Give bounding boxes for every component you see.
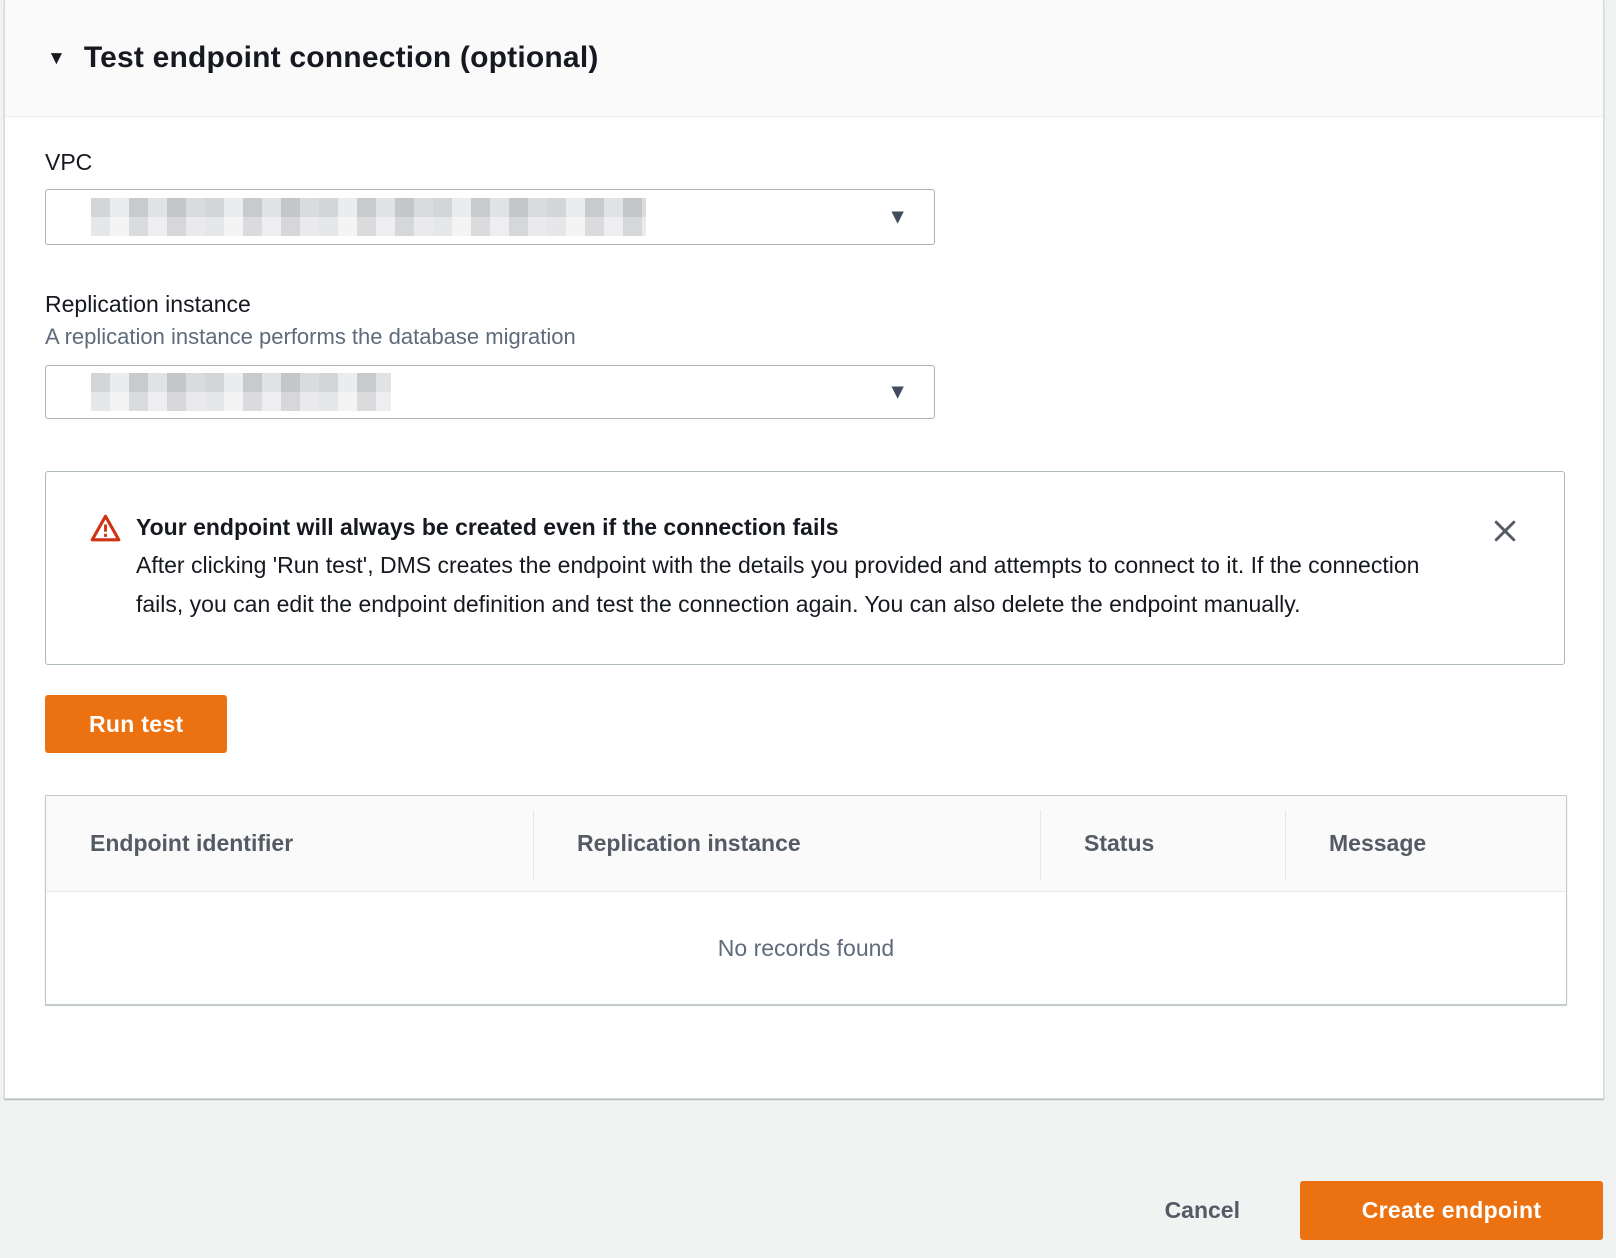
chevron-down-icon: ▼ — [887, 382, 908, 403]
table-empty-message: No records found — [46, 892, 1566, 1004]
warning-triangle-icon — [90, 513, 121, 548]
close-icon[interactable] — [1486, 512, 1524, 550]
alert-body: After clicking 'Run test', DMS creates t… — [136, 546, 1436, 624]
vpc-redacted-value — [91, 198, 646, 236]
test-results-table: Endpoint identifier Replication instance… — [45, 795, 1567, 1005]
section-header-toggle[interactable]: ▼ Test endpoint connection (optional) — [5, 0, 1603, 117]
create-endpoint-button[interactable]: Create endpoint — [1300, 1181, 1603, 1240]
footer-action-bar: Cancel Create endpoint — [0, 1100, 1616, 1258]
warning-alert: Your endpoint will always be created eve… — [45, 471, 1565, 665]
caret-down-icon: ▼ — [47, 49, 66, 68]
vpc-field-group: VPC ▼ — [45, 147, 1563, 245]
vpc-label: VPC — [45, 147, 1563, 177]
replication-instance-description: A replication instance performs the data… — [45, 323, 1563, 351]
run-test-button[interactable]: Run test — [45, 695, 227, 753]
alert-text: Your endpoint will always be created eve… — [121, 510, 1486, 624]
test-endpoint-connection-panel: ▼ Test endpoint connection (optional) VP… — [4, 0, 1604, 1099]
cancel-button[interactable]: Cancel — [1155, 1181, 1250, 1239]
column-header-replication-instance: Replication instance — [533, 796, 1040, 891]
chevron-down-icon: ▼ — [887, 207, 908, 228]
alert-title: Your endpoint will always be created eve… — [136, 510, 1486, 544]
replication-instance-redacted-value — [91, 373, 391, 411]
column-header-endpoint-identifier: Endpoint identifier — [46, 796, 533, 891]
column-header-status: Status — [1040, 796, 1285, 891]
column-header-message: Message — [1285, 796, 1566, 891]
section-title: Test endpoint connection (optional) — [84, 41, 599, 75]
replication-instance-select[interactable]: ▼ — [45, 365, 935, 419]
vpc-select[interactable]: ▼ — [45, 189, 935, 245]
replication-instance-label: Replication instance — [45, 289, 1563, 319]
table-header-row: Endpoint identifier Replication instance… — [46, 796, 1566, 892]
replication-instance-field-group: Replication instance A replication insta… — [45, 289, 1563, 419]
section-body: VPC ▼ Replication instance A replication… — [5, 117, 1603, 1045]
